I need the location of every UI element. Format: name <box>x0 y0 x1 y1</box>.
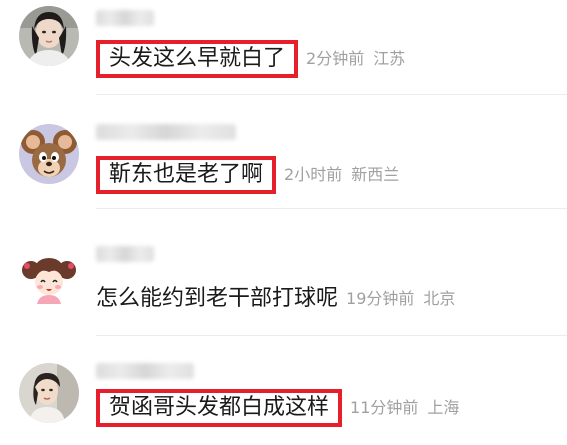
user-avatar[interactable] <box>19 124 79 184</box>
comment-location: 新西兰 <box>351 165 400 184</box>
comment-item: 怎么能约到老干部打球呢 19分钟前 北京 <box>0 210 567 337</box>
username-blurred <box>96 124 236 140</box>
photo-woman-icon <box>19 6 79 66</box>
divider <box>96 335 567 336</box>
cartoon-mouse-icon <box>19 124 79 184</box>
comment-text: 头发这么早就白了 <box>96 40 299 78</box>
comment-item: 贺函哥头发都白成这样 11分钟前 上海 <box>0 337 567 445</box>
comment-item: 头发这么早就白了 2分钟前 江苏 <box>0 0 567 95</box>
comment-meta: 2分钟前 江苏 <box>306 44 405 74</box>
comment-location: 北京 <box>423 289 456 308</box>
comment-text: 怎么能约到老干部打球呢 <box>96 286 339 311</box>
username-blurred <box>96 10 154 26</box>
comment-time: 2分钟前 <box>306 49 365 68</box>
cartoon-girl-icon <box>19 248 79 308</box>
comment-content-row: 贺函哥头发都白成这样 11分钟前 上海 <box>96 389 459 427</box>
comment-content-row: 靳东也是老了啊 2小时前 新西兰 <box>96 156 399 194</box>
comment-meta: 11分钟前 上海 <box>350 393 459 423</box>
photo-woman-2-icon <box>19 363 79 423</box>
comment-meta: 2小时前 新西兰 <box>284 160 399 190</box>
comment-time: 2小时前 <box>284 165 343 184</box>
user-avatar[interactable] <box>19 6 79 66</box>
user-avatar[interactable] <box>19 248 79 308</box>
comment-item: 靳东也是老了啊 2小时前 新西兰 <box>0 95 567 210</box>
comment-content-row: 怎么能约到老干部打球呢 19分钟前 北京 <box>96 280 455 318</box>
comment-text: 贺函哥头发都白成这样 <box>96 389 343 427</box>
comment-time: 11分钟前 <box>350 398 419 417</box>
comment-location: 上海 <box>427 398 460 417</box>
comment-list: 头发这么早就白了 2分钟前 江苏 靳东也是老了啊 2小时前 新西兰 怎么能约到老… <box>0 0 567 445</box>
comment-text: 靳东也是老了啊 <box>96 156 277 194</box>
comment-meta: 19分钟前 北京 <box>346 284 455 314</box>
username-blurred <box>96 363 194 379</box>
user-avatar[interactable] <box>19 363 79 423</box>
comment-time: 19分钟前 <box>346 289 415 308</box>
comment-location: 江苏 <box>373 49 406 68</box>
username-blurred <box>96 246 154 262</box>
divider <box>96 208 567 209</box>
comment-content-row: 头发这么早就白了 2分钟前 江苏 <box>96 40 405 78</box>
